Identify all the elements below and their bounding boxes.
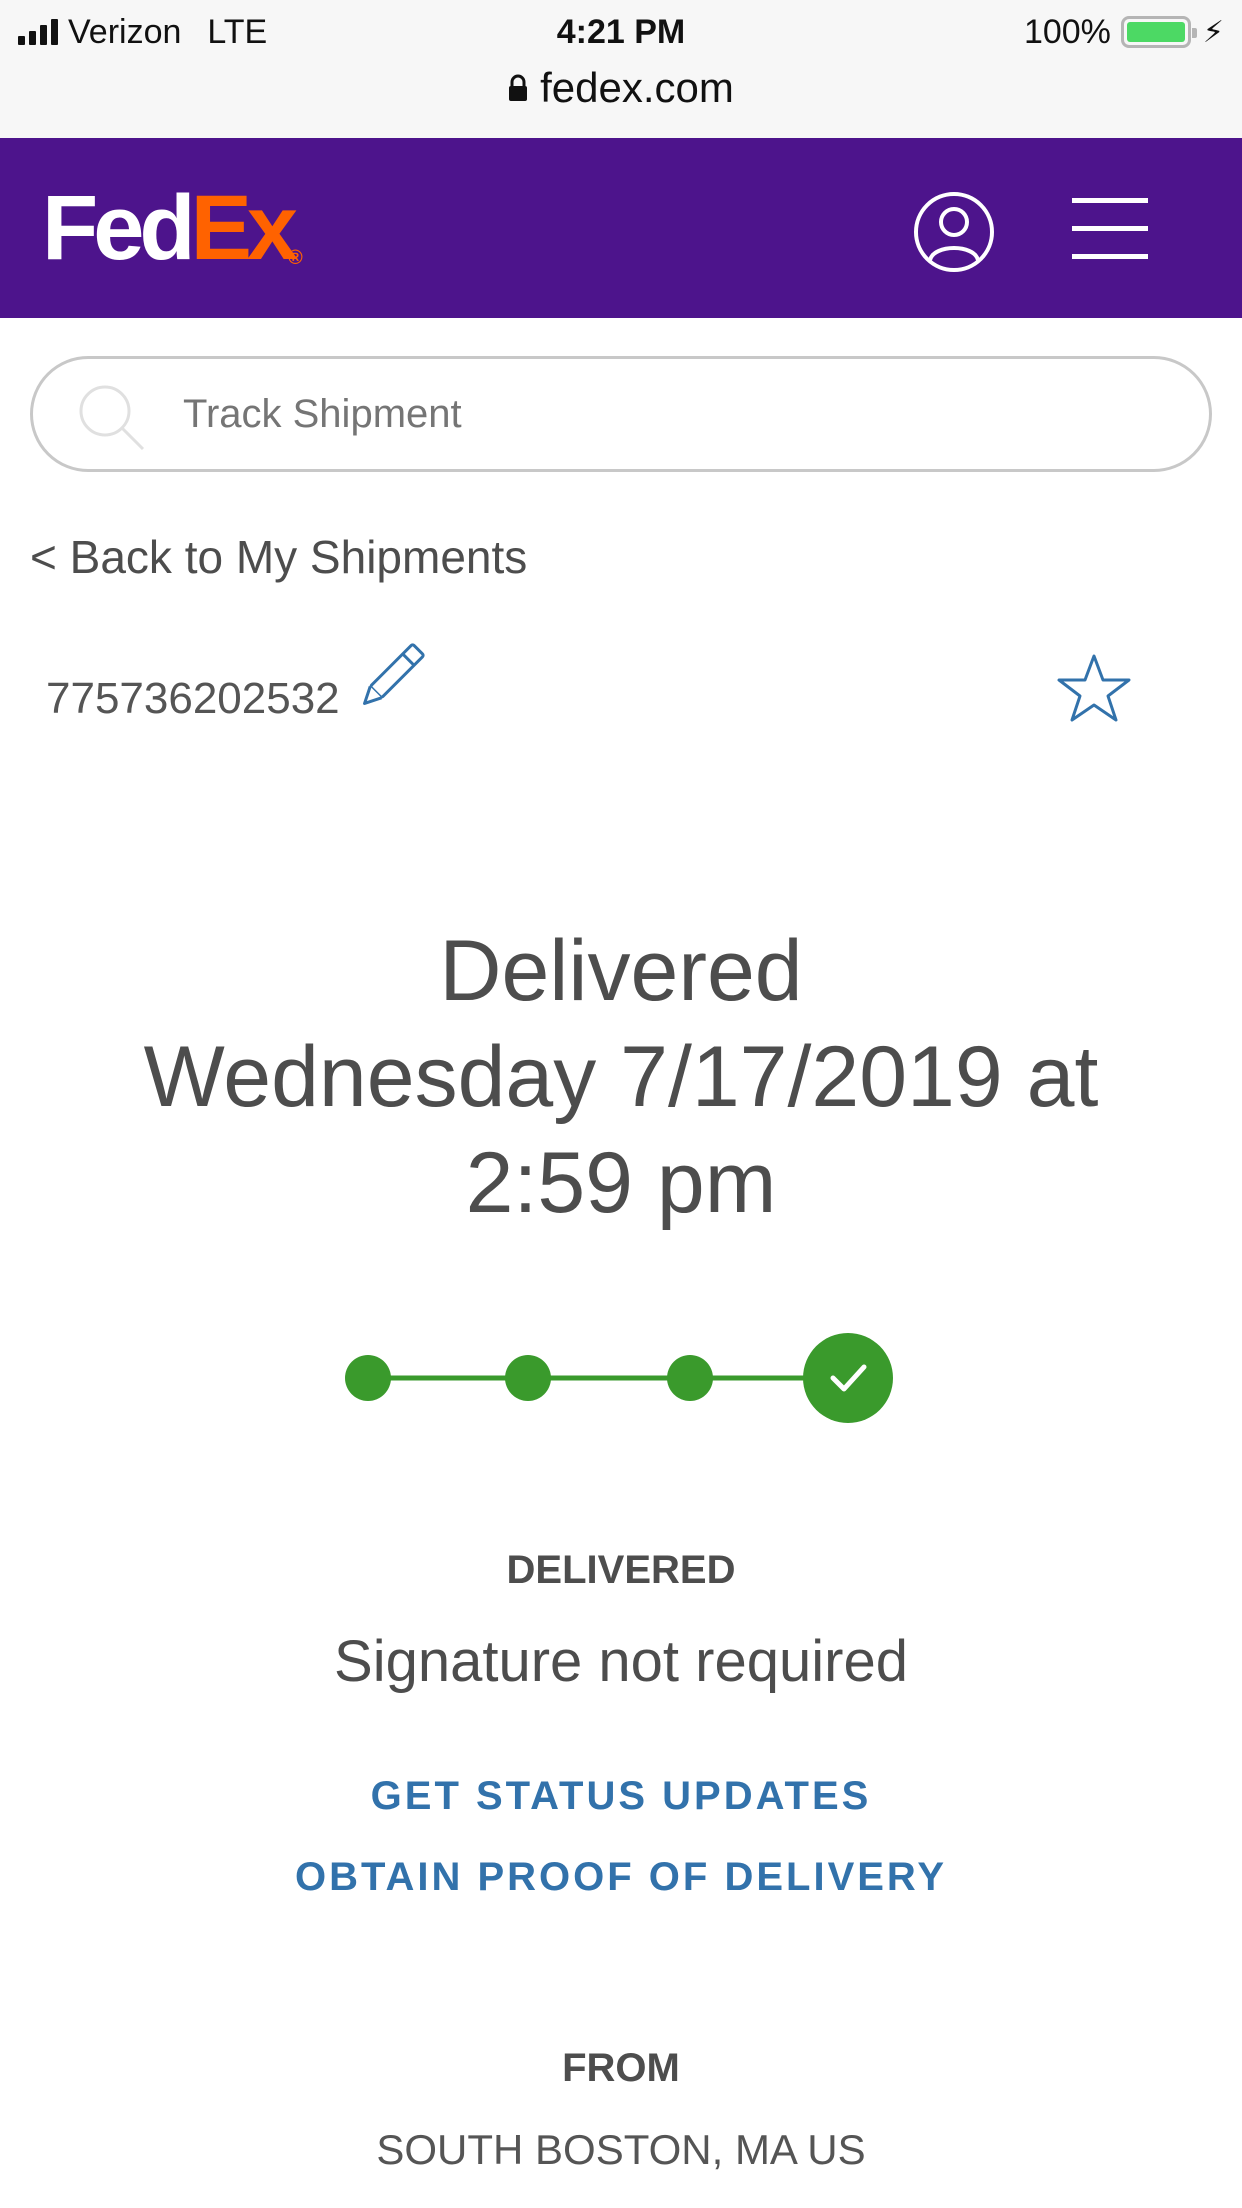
track-search-box[interactable] <box>30 356 1212 472</box>
progress-step-1 <box>345 1355 391 1401</box>
browser-status-bar: Verizon LTE 4:21 PM 100% ⚡︎ fedex.com <box>0 0 1242 138</box>
delivery-status: DELIVERED <box>506 1548 736 1592</box>
delivery-progress <box>345 1333 893 1423</box>
headline-line-3: 2:59 pm <box>465 1135 777 1231</box>
logo-ex: Ex <box>190 177 299 279</box>
search-icon <box>79 385 145 451</box>
track-shipment-input[interactable] <box>183 359 1163 469</box>
proof-of-delivery-link[interactable]: OBTAIN PROOF OF DELIVERY <box>0 1855 1242 1900</box>
charging-icon: ⚡︎ <box>1202 15 1224 49</box>
headline-line-2: Wednesday 7/17/2019 at <box>143 1029 1099 1125</box>
url-text: fedex.com <box>540 64 734 111</box>
hamburger-menu-icon[interactable] <box>1072 198 1148 260</box>
headline-line-1: Delivered <box>439 923 803 1019</box>
battery-icon <box>1120 16 1197 48</box>
get-status-updates-link[interactable]: GET STATUS UPDATES <box>0 1774 1242 1819</box>
back-to-shipments-link[interactable]: < Back to My Shipments <box>30 530 527 584</box>
from-label: FROM <box>562 2046 680 2090</box>
battery-percent: 100% <box>1023 12 1111 51</box>
from-location: SOUTH BOSTON, MA US <box>376 2126 866 2173</box>
delivery-headline: Delivered Wednesday 7/17/2019 at 2:59 pm <box>0 918 1242 1236</box>
status-right: 100% ⚡︎ <box>1024 10 1224 54</box>
site-header: FedEx ® <box>0 138 1242 318</box>
battery-fill <box>1126 22 1185 42</box>
progress-step-final <box>803 1333 893 1423</box>
progress-step-3 <box>667 1355 713 1401</box>
page: Verizon LTE 4:21 PM 100% ⚡︎ fedex.com Fe… <box>0 0 1242 2208</box>
logo-registered-mark: ® <box>288 247 303 269</box>
lock-icon <box>509 74 528 101</box>
star-icon[interactable] <box>1056 652 1132 724</box>
user-account-icon[interactable] <box>912 190 996 274</box>
progress-step-2 <box>505 1355 551 1401</box>
pencil-icon[interactable] <box>350 638 430 718</box>
logo-fed: Fed <box>42 177 196 279</box>
signature-info: Signature not required <box>334 1629 908 1694</box>
tracking-number: 775736202532 <box>46 674 340 723</box>
address-bar[interactable]: fedex.com <box>0 60 1242 116</box>
fedex-logo[interactable]: FedEx ® <box>42 182 303 274</box>
